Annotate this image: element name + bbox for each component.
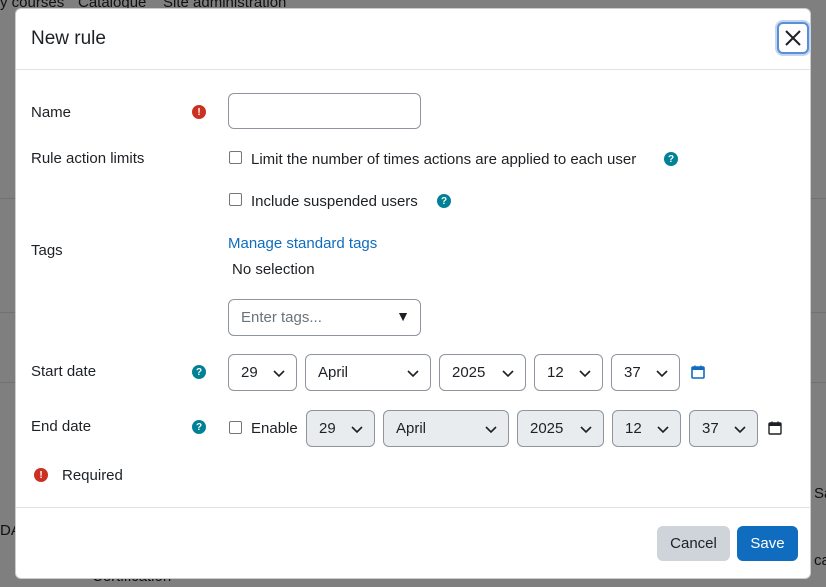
rule-action-limits-label: Rule action limits [31, 150, 145, 167]
modal-title: New rule [31, 28, 106, 49]
start-date-label: Start date [31, 363, 97, 380]
chevron-down-icon [273, 370, 285, 378]
limit-actions-checkbox[interactable] [229, 151, 242, 164]
start-hour-value: 12 [547, 364, 564, 381]
tags-input[interactable]: Enter tags... ▼ [228, 299, 421, 336]
end-year-select[interactable]: 2025 [517, 410, 604, 447]
tags-selection-text: No selection [232, 261, 315, 278]
help-icon[interactable]: ? [437, 194, 451, 208]
include-suspended-label: Include suspended users [251, 193, 418, 210]
chevron-down-icon [734, 426, 746, 434]
new-rule-modal: New rule Name ! Rule action limits Limit… [15, 8, 811, 579]
modal-header: New rule [16, 9, 810, 70]
save-button[interactable]: Save [737, 526, 798, 561]
required-note: Required [62, 467, 123, 484]
calendar-icon[interactable] [691, 365, 705, 379]
start-hour-select[interactable]: 12 [534, 354, 603, 391]
tags-label: Tags [31, 242, 63, 259]
start-year-value: 2025 [452, 364, 486, 381]
chevron-down-icon [351, 426, 363, 434]
cancel-button[interactable]: Cancel [657, 526, 730, 561]
dropdown-arrow-icon[interactable]: ▼ [396, 308, 410, 324]
chevron-down-icon [485, 426, 497, 434]
required-icon: ! [192, 105, 206, 119]
end-month-select[interactable]: April [383, 410, 509, 447]
modal-footer: Cancel Save [16, 507, 810, 578]
start-month-value: April [318, 364, 349, 381]
chevron-down-icon [407, 370, 419, 378]
end-hour-value: 12 [625, 420, 642, 437]
name-input[interactable] [228, 93, 421, 129]
end-minute-select[interactable]: 37 [689, 410, 758, 447]
start-day-select[interactable]: 29 [228, 354, 297, 391]
end-day-value: 29 [319, 420, 336, 437]
tags-placeholder: Enter tags... [241, 309, 322, 326]
start-month-select[interactable]: April [305, 354, 431, 391]
help-icon[interactable]: ? [664, 152, 678, 166]
start-year-select[interactable]: 2025 [439, 354, 526, 391]
end-hour-select[interactable]: 12 [612, 410, 681, 447]
chevron-down-icon [657, 426, 669, 434]
chevron-down-icon [656, 370, 668, 378]
chevron-down-icon [579, 370, 591, 378]
manage-standard-tags-link[interactable]: Manage standard tags [228, 235, 377, 252]
chevron-down-icon [580, 426, 592, 434]
end-date-enable-label: Enable [251, 420, 298, 437]
required-icon: ! [34, 468, 48, 482]
chevron-down-icon [502, 370, 514, 378]
calendar-icon [768, 421, 782, 435]
close-icon [785, 30, 801, 46]
start-minute-select[interactable]: 37 [611, 354, 680, 391]
end-date-label: End date [31, 418, 92, 435]
limit-actions-label: Limit the number of times actions are ap… [251, 151, 637, 168]
include-suspended-checkbox[interactable] [229, 193, 242, 206]
start-minute-value: 37 [624, 364, 641, 381]
help-icon[interactable]: ? [192, 365, 206, 379]
end-day-select[interactable]: 29 [306, 410, 375, 447]
end-minute-value: 37 [702, 420, 719, 437]
end-date-enable-checkbox[interactable] [229, 421, 242, 434]
help-icon[interactable]: ? [192, 420, 206, 434]
close-button[interactable] [777, 22, 809, 54]
start-day-value: 29 [241, 364, 258, 381]
name-label: Name [31, 104, 72, 121]
end-month-value: April [396, 420, 427, 437]
end-year-value: 2025 [530, 420, 564, 437]
